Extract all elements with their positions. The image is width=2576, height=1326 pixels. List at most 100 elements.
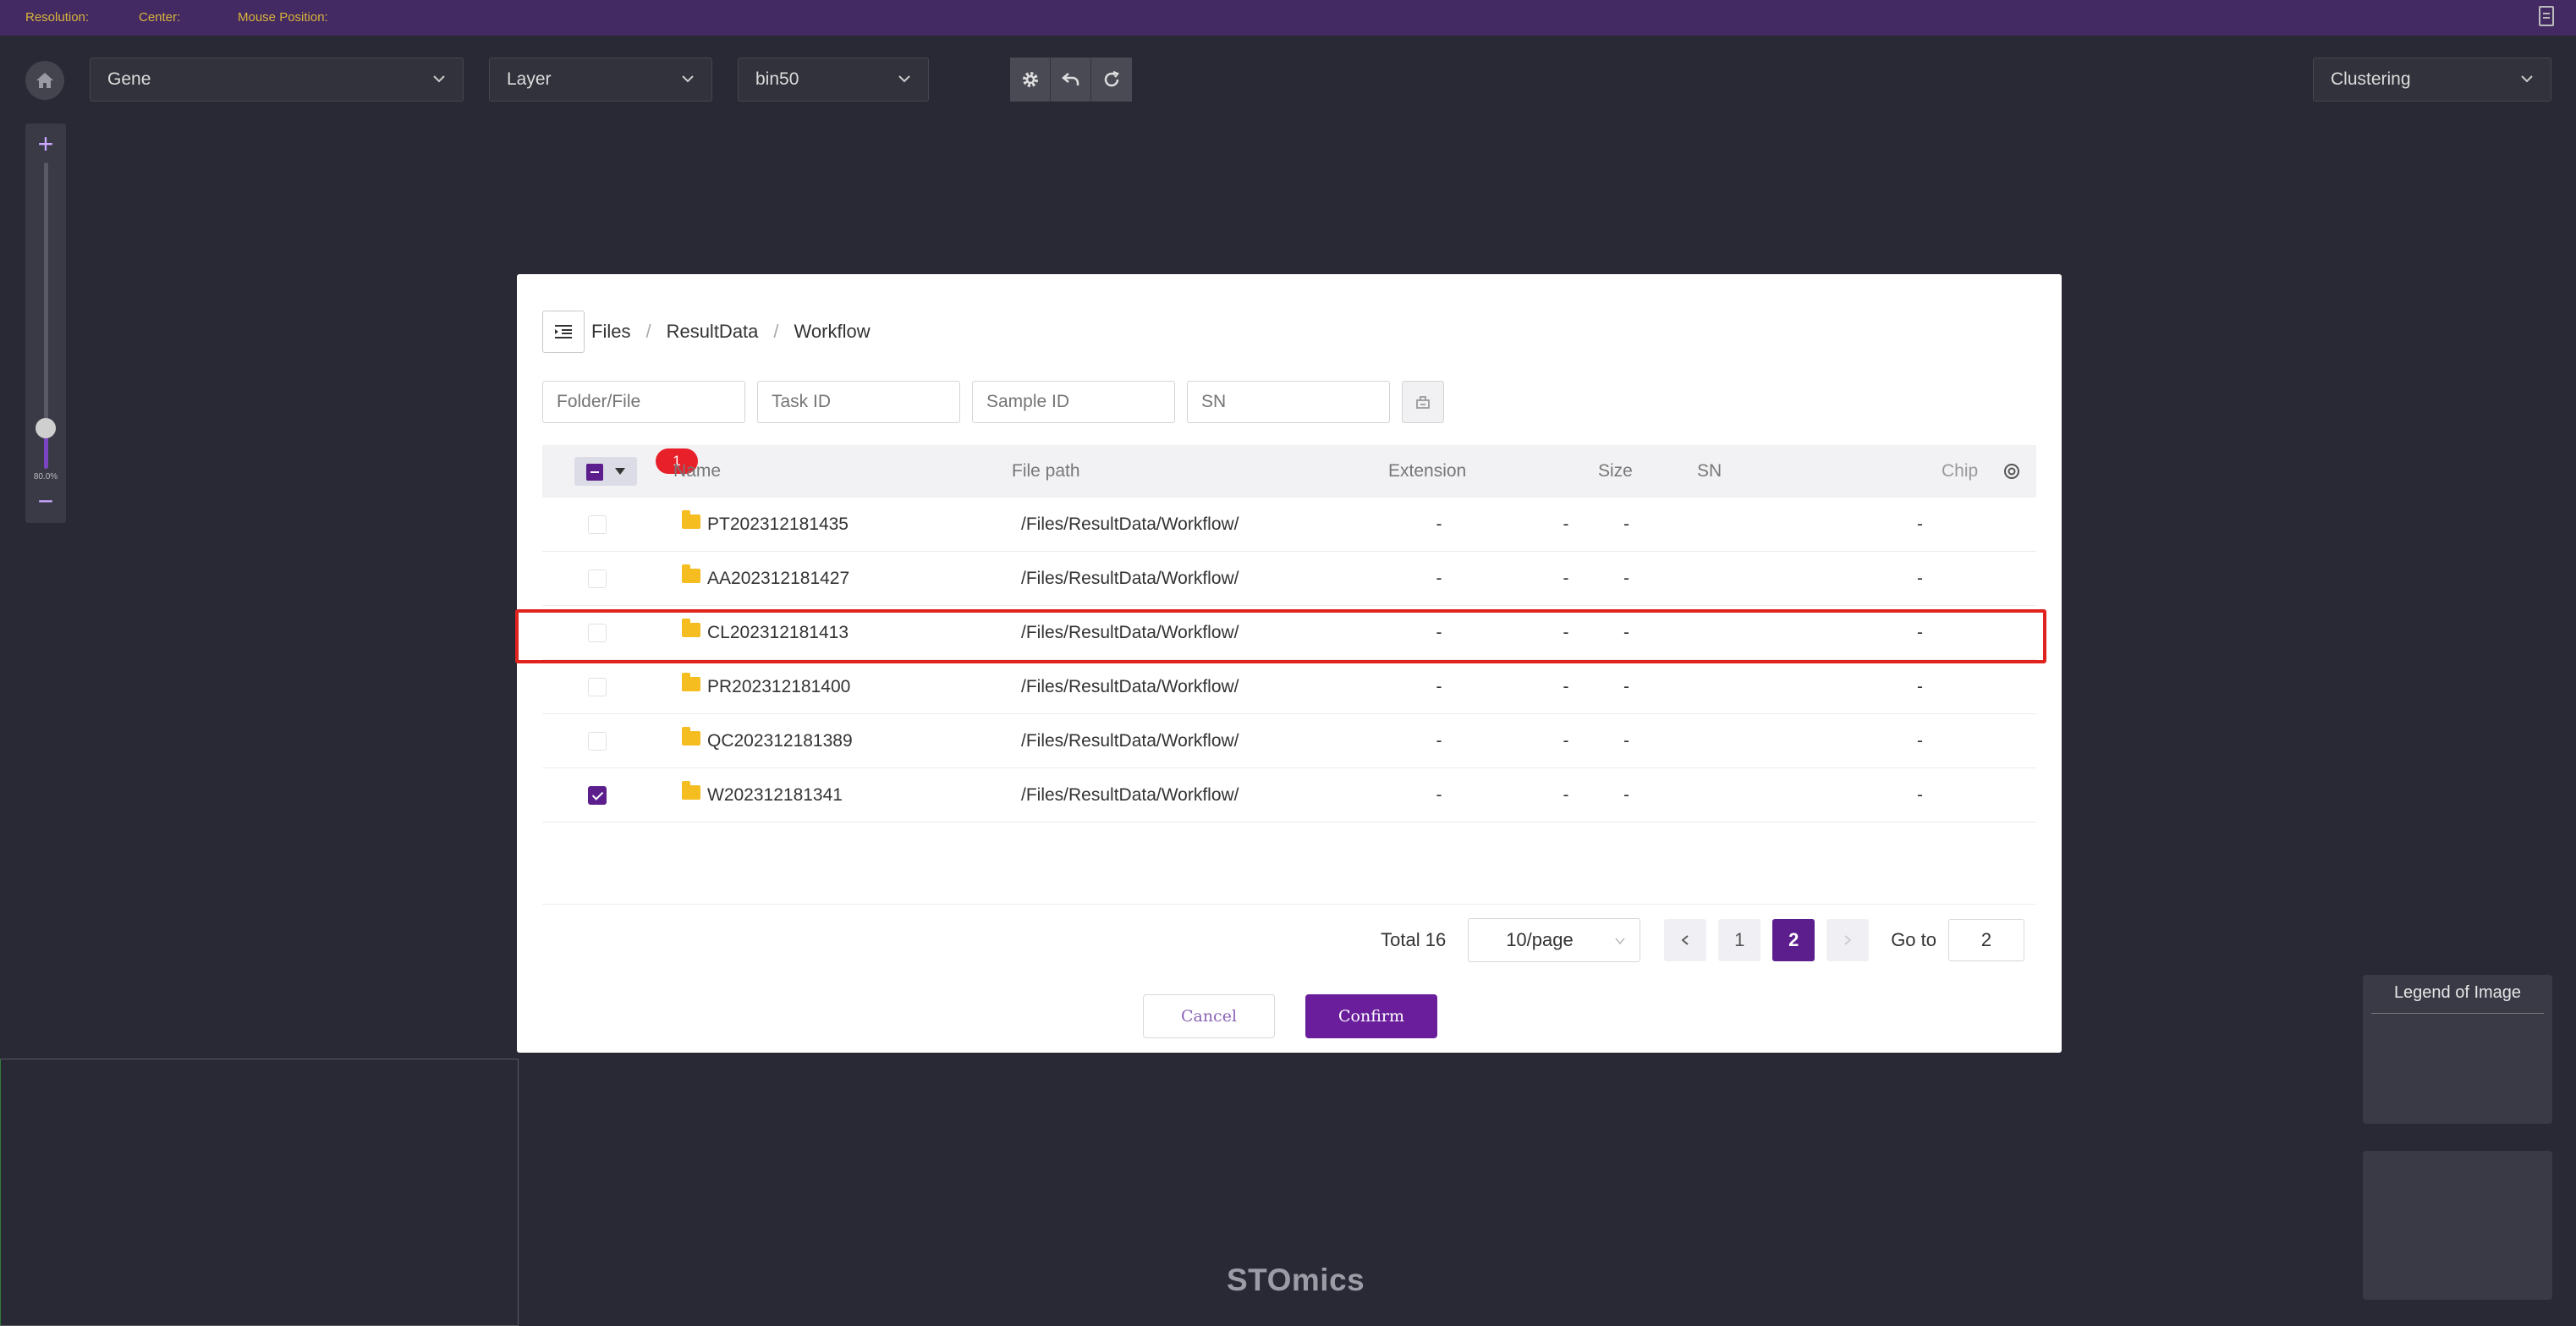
page-size-value: 10/page [1506, 929, 1574, 950]
indeterminate-checkbox[interactable] [586, 464, 603, 481]
row-path: /Files/ResultData/Workflow/ [1021, 622, 1239, 642]
row-extension: - [1436, 730, 1442, 751]
table-row[interactable]: PT202312181435 /Files/ResultData/Workflo… [542, 498, 2036, 552]
row-chip: - [1917, 730, 1923, 751]
table-row[interactable]: QC202312181389 /Files/ResultData/Workflo… [542, 714, 2036, 768]
center-label: Center: [139, 10, 181, 25]
table-header: 1 Name File path Extension Size SN Chip [542, 445, 2036, 498]
refresh-button[interactable] [1091, 58, 1132, 102]
breadcrumb-workflow[interactable]: Workflow [794, 321, 871, 343]
chevron-down-icon [1615, 938, 1625, 945]
row-sn: - [1623, 568, 1629, 588]
table-row[interactable]: AA202312181427 /Files/ResultData/Workflo… [542, 552, 2036, 606]
row-checkbox[interactable] [588, 569, 607, 588]
row-chip: - [1917, 514, 1923, 534]
row-path: /Files/ResultData/Workflow/ [1021, 568, 1239, 588]
gene-select-value: Gene [107, 69, 151, 89]
row-size: - [1563, 514, 1569, 534]
legend-title: Legend of Image [2371, 975, 2544, 1014]
sn-input[interactable] [1187, 381, 1390, 423]
table-row[interactable]: PR202312181400 /Files/ResultData/Workflo… [542, 660, 2036, 714]
prev-page-button[interactable] [1664, 919, 1707, 961]
zoom-in-button[interactable]: + [25, 127, 66, 161]
page-size-select[interactable]: 10/page [1468, 918, 1641, 962]
row-size: - [1563, 568, 1569, 588]
row-size: - [1563, 784, 1569, 805]
settings-button[interactable] [1010, 58, 1051, 102]
goto-label: Go to [1891, 929, 1936, 950]
confirm-button[interactable]: Confirm [1305, 994, 1437, 1038]
row-name[interactable]: W202312181341 [707, 785, 843, 806]
cancel-button[interactable]: Cancel [1143, 994, 1275, 1038]
folder-file-input[interactable] [542, 381, 745, 423]
row-checkbox[interactable] [588, 677, 607, 696]
breadcrumb-files[interactable]: Files [591, 321, 630, 343]
mouse-position-label: Mouse Position: [238, 10, 328, 25]
column-sn: SN [1697, 461, 1722, 481]
page-1-button[interactable]: 1 [1718, 919, 1761, 961]
file-table: 1 Name File path Extension Size SN Chip … [542, 445, 2036, 823]
bin-select-value: bin50 [755, 69, 799, 89]
breadcrumb-separator: / [773, 321, 779, 342]
page-2-button[interactable]: 2 [1772, 919, 1815, 961]
pagination: Total 16 10/page 1 2 Go to [1381, 917, 2024, 963]
table-row[interactable]: CL202312181413 /Files/ResultData/Workflo… [542, 606, 2036, 660]
total-count: Total 16 [1381, 929, 1447, 950]
row-name[interactable]: PR202312181400 [707, 677, 850, 697]
row-checkbox[interactable] [588, 623, 607, 642]
brand-logo: STOmics [1227, 1263, 1365, 1297]
home-button[interactable] [25, 61, 64, 100]
column-settings-icon[interactable] [2002, 462, 2021, 481]
row-chip: - [1917, 784, 1923, 805]
zoom-handle[interactable] [36, 418, 56, 438]
goto-page-input[interactable] [1948, 919, 2024, 961]
task-id-input[interactable] [757, 381, 960, 423]
row-path: /Files/ResultData/Workflow/ [1021, 676, 1239, 696]
column-name: Name [673, 461, 722, 481]
row-name[interactable]: AA202312181427 [707, 569, 849, 589]
filter-bar [542, 381, 1444, 423]
layer-select[interactable]: Layer [489, 58, 712, 102]
row-checkbox-checked[interactable] [588, 785, 607, 805]
row-size: - [1563, 676, 1569, 696]
document-icon[interactable] [2539, 6, 2554, 26]
row-sn: - [1623, 784, 1629, 805]
row-extension: - [1436, 676, 1442, 696]
row-sn: - [1623, 514, 1629, 534]
bin-select[interactable]: bin50 [738, 58, 929, 102]
row-sn: - [1623, 676, 1629, 696]
column-extension: Extension [1388, 461, 1467, 481]
row-extension: - [1436, 784, 1442, 805]
table-row-selected[interactable]: W202312181341 /Files/ResultData/Workflow… [542, 768, 2036, 823]
row-checkbox[interactable] [588, 731, 607, 751]
row-size: - [1563, 622, 1569, 642]
row-sn: - [1623, 622, 1629, 642]
chevron-down-icon [2521, 75, 2533, 83]
zoom-out-button[interactable]: − [25, 484, 66, 518]
clustering-select[interactable]: Clustering [2313, 58, 2551, 102]
next-page-button[interactable] [1826, 919, 1870, 961]
row-name[interactable]: CL202312181413 [707, 623, 849, 643]
row-checkbox[interactable] [588, 514, 607, 534]
row-sn: - [1623, 730, 1629, 751]
chevron-left-icon [1681, 935, 1689, 945]
select-all-dropdown[interactable]: 1 [574, 448, 698, 486]
row-name[interactable]: PT202312181435 [707, 514, 849, 535]
sample-id-input[interactable] [972, 381, 1175, 423]
row-extension: - [1436, 568, 1442, 588]
row-size: - [1563, 730, 1569, 751]
row-chip: - [1917, 568, 1923, 588]
status-bar: Resolution: Center: Mouse Position: [0, 0, 2576, 36]
row-name[interactable]: QC202312181389 [707, 731, 853, 751]
undo-button[interactable] [1051, 58, 1091, 102]
breadcrumb-resultdata[interactable]: ResultData [667, 321, 759, 343]
row-path: /Files/ResultData/Workflow/ [1021, 730, 1239, 751]
toggle-tree-button[interactable] [542, 311, 585, 353]
file-picker-dialog: Files / ResultData / Workflow 1 Name Fil… [515, 274, 2062, 1053]
gene-select[interactable]: Gene [90, 58, 464, 102]
clear-filters-button[interactable] [1402, 381, 1444, 423]
column-size: Size [1598, 461, 1633, 481]
breadcrumb-separator: / [645, 321, 651, 342]
legend-panel: Legend of Image [2363, 975, 2552, 1124]
folder-icon [682, 673, 700, 691]
